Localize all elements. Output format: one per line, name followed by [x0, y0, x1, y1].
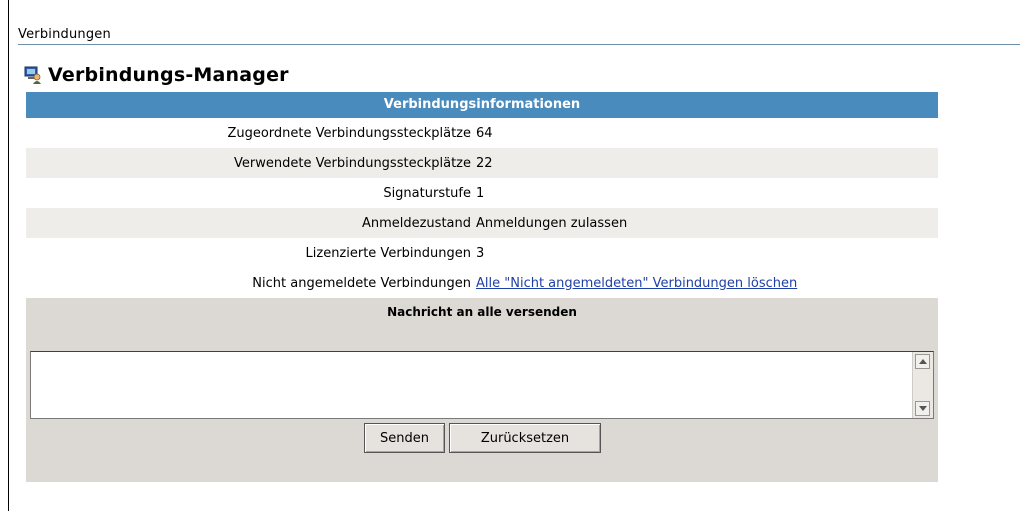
broadcast-title: Nachricht an alle versenden: [387, 305, 577, 319]
broadcast-message-section: Nachricht an alle versenden Senden Zurüc…: [26, 298, 938, 482]
info-value: Anmeldungen zulassen: [476, 215, 628, 231]
frame-left-border: [8, 0, 9, 511]
message-buttons: Senden Zurücksetzen: [364, 423, 601, 453]
arrow-up-icon: [918, 359, 927, 364]
panel-header: Verbindungsinformationen: [26, 92, 938, 118]
section-header: Verbindungen: [18, 24, 1020, 45]
info-label: Lizenzierte Verbindungen: [305, 245, 471, 261]
message-box: [30, 351, 934, 419]
page-title: Verbindungs-Manager: [48, 64, 289, 86]
message-scrollbar[interactable]: [912, 352, 933, 418]
send-button[interactable]: Senden: [364, 423, 445, 453]
computer-user-icon: [24, 66, 42, 84]
scroll-up-button[interactable]: [915, 354, 930, 369]
arrow-down-icon: [918, 406, 927, 411]
info-row: Anmeldezustand Anmeldungen zulassen: [26, 208, 938, 238]
info-label: Nicht angemeldete Verbindungen: [252, 275, 471, 291]
clear-unauthenticated-link[interactable]: Alle "Nicht angemeldeten" Verbindungen l…: [476, 276, 797, 291]
page-title-row: Verbindungs-Manager: [24, 64, 289, 86]
info-value: 1: [476, 185, 485, 201]
info-value: 22: [476, 155, 493, 171]
section-title: Verbindungen: [18, 27, 111, 42]
info-value: 3: [476, 245, 485, 261]
connection-info-panel: Verbindungsinformationen Zugeordnete Ver…: [26, 92, 938, 482]
info-row: Verwendete Verbindungssteckplätze 22: [26, 148, 938, 178]
info-row: Nicht angemeldete Verbindungen Alle "Nic…: [26, 268, 938, 298]
info-row: Zugeordnete Verbindungssteckplätze 64: [26, 118, 938, 148]
reset-button[interactable]: Zurücksetzen: [449, 423, 601, 453]
info-row: Lizenzierte Verbindungen 3: [26, 238, 938, 268]
info-label: Zugeordnete Verbindungssteckplätze: [227, 125, 471, 141]
info-value: 64: [476, 125, 493, 141]
scroll-down-button[interactable]: [915, 401, 930, 416]
message-textarea[interactable]: [31, 352, 913, 418]
info-row: Signaturstufe 1: [26, 178, 938, 208]
info-value: Alle "Nicht angemeldeten" Verbindungen l…: [476, 276, 938, 291]
info-label: Verwendete Verbindungssteckplätze: [234, 155, 471, 171]
info-label: Signaturstufe: [383, 185, 471, 201]
info-label: Anmeldezustand: [361, 215, 471, 231]
